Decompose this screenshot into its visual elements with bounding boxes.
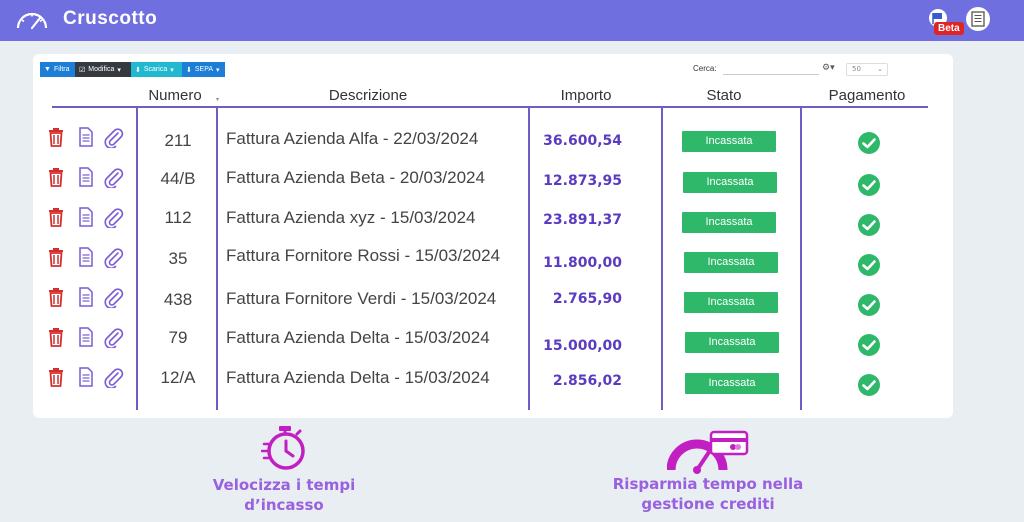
table-row: 211 Fattura Azienda Alfa - 22/03/2024 36.6… bbox=[33, 122, 953, 162]
cell-importo: 23.891,37 bbox=[543, 212, 622, 228]
paperclip-icon[interactable] bbox=[104, 286, 124, 308]
check-circle-icon bbox=[858, 374, 880, 396]
status-badge: Incassata bbox=[684, 252, 778, 273]
filter-button[interactable]: ▼ Filtra bbox=[40, 62, 75, 77]
file-icon[interactable] bbox=[78, 127, 94, 147]
trash-icon[interactable] bbox=[47, 367, 65, 387]
table-row: 79 Fattura Azienda Delta - 15/03/2024 15.0… bbox=[33, 322, 953, 362]
cell-numero: 12/A bbox=[160, 368, 196, 387]
file-icon[interactable] bbox=[78, 367, 94, 387]
paperclip-icon[interactable] bbox=[104, 246, 124, 268]
cell-numero: 44/B bbox=[160, 169, 196, 188]
search-input[interactable] bbox=[723, 62, 819, 75]
paperclip-icon[interactable] bbox=[104, 366, 124, 388]
feature-speed: Velocizza i tempi d’incasso bbox=[212, 476, 356, 514]
toolbar: ▼ Filtra ☑ Modifica ▾ ⬇ Scarica ▾ ⬇ SEPA… bbox=[40, 62, 225, 77]
download-icon: ⬇ bbox=[186, 66, 192, 74]
column-header-stato[interactable]: Stato bbox=[688, 87, 760, 104]
sort-icon[interactable]: ▾ bbox=[216, 96, 219, 103]
check-circle-icon bbox=[858, 294, 880, 316]
file-icon[interactable] bbox=[78, 287, 94, 307]
status-badge: Incassata bbox=[685, 373, 779, 394]
header-divider bbox=[52, 106, 928, 108]
table-row: 44/B Fattura Azienda Beta - 20/03/2024 12.… bbox=[33, 162, 953, 202]
trash-icon[interactable] bbox=[47, 287, 65, 307]
edit-button[interactable]: ☑ Modifica ▾ bbox=[75, 62, 131, 77]
stopwatch-icon bbox=[261, 426, 305, 470]
trash-icon[interactable] bbox=[47, 207, 65, 227]
chevron-down-icon: ⌄ bbox=[877, 65, 883, 73]
table-row: 112 Fattura Azienda xyz - 15/03/2024 23.89… bbox=[33, 202, 953, 242]
cell-descrizione: Fattura Azienda Delta - 15/03/2024 bbox=[226, 368, 490, 387]
feature-savings: Risparmia tempo nella gestione crediti bbox=[612, 475, 804, 513]
beta-badge: Beta bbox=[934, 22, 964, 35]
document-button[interactable] bbox=[966, 7, 990, 31]
filter-icon: ▼ bbox=[44, 66, 51, 73]
app-header: Cruscotto Beta bbox=[0, 0, 1024, 41]
invoices-card: ▼ Filtra ☑ Modifica ▾ ⬇ Scarica ▾ ⬇ SEPA… bbox=[33, 54, 953, 418]
document-icon bbox=[971, 11, 985, 27]
speedometer-icon bbox=[16, 12, 48, 30]
column-header-descrizione[interactable]: Descrizione bbox=[293, 87, 443, 104]
status-badge: Incassata bbox=[685, 332, 779, 353]
cell-descrizione: Fattura Azienda xyz - 15/03/2024 bbox=[226, 208, 476, 227]
cell-numero: 438 bbox=[163, 290, 193, 309]
cell-descrizione: Fattura Fornitore Rossi - 15/03/2024 bbox=[226, 246, 501, 265]
cell-importo: 2.856,02 bbox=[552, 373, 622, 389]
trash-icon[interactable] bbox=[47, 127, 65, 147]
cell-numero: 79 bbox=[168, 328, 188, 347]
paperclip-icon[interactable] bbox=[104, 206, 124, 228]
check-circle-icon bbox=[858, 334, 880, 356]
cell-descrizione: Fattura Fornitore Verdi - 15/03/2024 bbox=[226, 289, 497, 308]
caret-down-icon: ▾ bbox=[170, 66, 174, 74]
check-circle-icon bbox=[858, 254, 880, 276]
page-size-select[interactable]: 50 ⌄ bbox=[846, 63, 888, 76]
table-row: 438 Fattura Fornitore Verdi - 15/03/2024 2… bbox=[33, 282, 953, 322]
download-button[interactable]: ⬇ Scarica ▾ bbox=[131, 62, 182, 77]
status-badge: Incassata bbox=[684, 292, 778, 313]
column-header-pagamento[interactable]: Pagamento bbox=[811, 87, 923, 104]
file-icon[interactable] bbox=[78, 247, 94, 267]
column-header-importo[interactable]: Importo bbox=[541, 87, 631, 104]
check-circle-icon bbox=[858, 132, 880, 154]
check-circle-icon bbox=[858, 174, 880, 196]
status-badge: Incassata bbox=[682, 212, 776, 233]
table-row: 35 Fattura Fornitore Rossi - 15/03/2024 11… bbox=[33, 242, 953, 282]
file-icon[interactable] bbox=[78, 207, 94, 227]
check-circle-icon bbox=[858, 214, 880, 236]
caret-down-icon: ▾ bbox=[216, 66, 220, 74]
status-badge: Incassata bbox=[682, 131, 776, 152]
cell-descrizione: Fattura Azienda Delta - 15/03/2024 bbox=[226, 328, 490, 347]
cell-importo: 11.800,00 bbox=[543, 255, 622, 271]
edit-icon: ☑ bbox=[79, 66, 86, 74]
cell-importo: 12.873,95 bbox=[543, 173, 622, 189]
file-icon[interactable] bbox=[78, 167, 94, 187]
cell-importo: 2.765,90 bbox=[552, 291, 622, 307]
status-badge: Incassata bbox=[683, 172, 777, 193]
column-header-numero[interactable]: Numero bbox=[143, 87, 207, 104]
sepa-button[interactable]: ⬇ SEPA ▾ bbox=[182, 62, 225, 77]
paperclip-icon[interactable] bbox=[104, 166, 124, 188]
cell-numero: 112 bbox=[164, 208, 192, 227]
gauge-card-icon bbox=[667, 430, 749, 474]
cell-importo: 36.600,54 bbox=[543, 133, 622, 149]
gear-icon[interactable]: ⚙▾ bbox=[822, 63, 835, 73]
table-row: 12/A Fattura Azienda Delta - 15/03/2024 2.… bbox=[33, 362, 953, 402]
cell-importo: 15.000,00 bbox=[543, 338, 622, 354]
cell-descrizione: Fattura Azienda Beta - 20/03/2024 bbox=[226, 168, 485, 187]
cell-numero: 211 bbox=[164, 131, 192, 150]
file-icon[interactable] bbox=[78, 327, 94, 347]
cell-numero: 35 bbox=[168, 249, 188, 268]
paperclip-icon[interactable] bbox=[104, 126, 124, 148]
search-label: Cerca: bbox=[693, 64, 717, 73]
caret-down-icon: ▾ bbox=[117, 66, 121, 74]
trash-icon[interactable] bbox=[47, 247, 65, 267]
page-title: Cruscotto bbox=[63, 8, 158, 29]
cell-descrizione: Fattura Azienda Alfa - 22/03/2024 bbox=[226, 129, 479, 148]
download-icon: ⬇ bbox=[135, 66, 141, 74]
trash-icon[interactable] bbox=[47, 327, 65, 347]
trash-icon[interactable] bbox=[47, 167, 65, 187]
paperclip-icon[interactable] bbox=[104, 326, 124, 348]
